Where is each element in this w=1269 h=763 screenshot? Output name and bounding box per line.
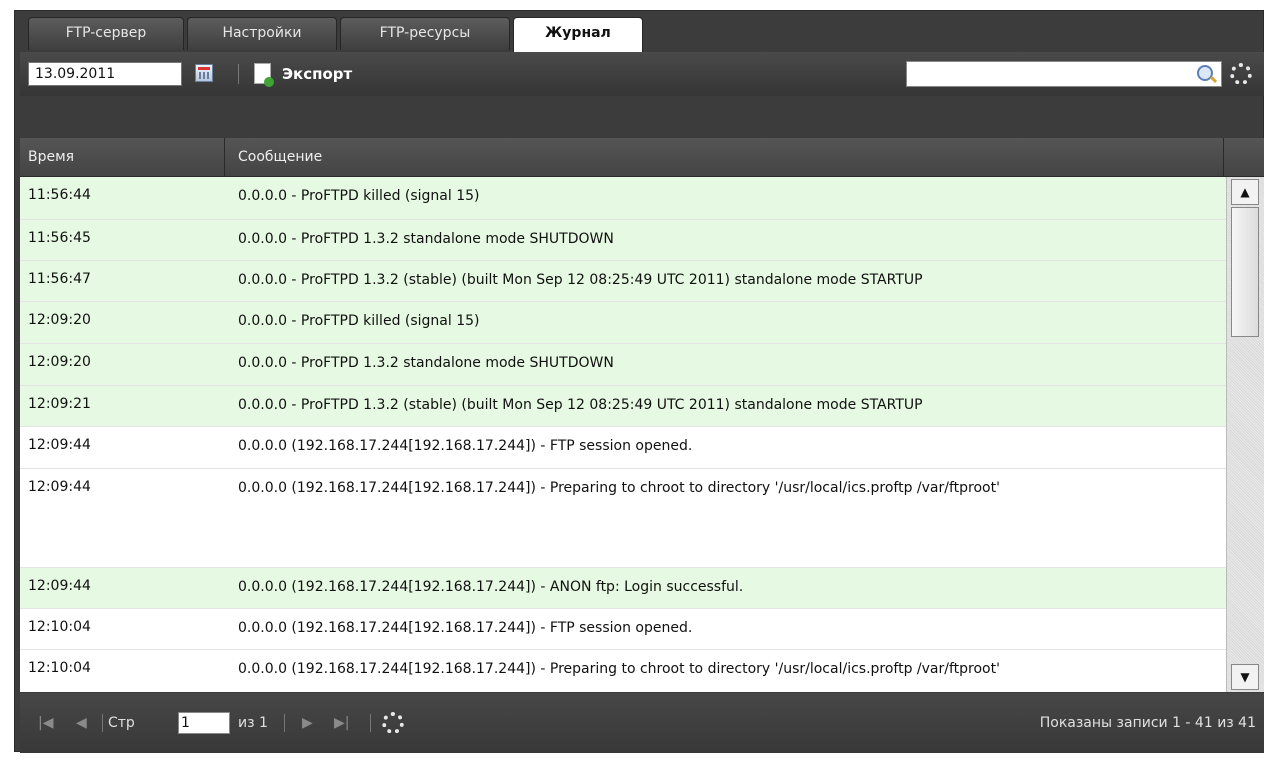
- row-message: 0.0.0.0 (192.168.17.244[192.168.17.244])…: [238, 661, 1000, 677]
- scrollbar-thumb[interactable]: [1231, 207, 1259, 337]
- tab-log[interactable]: Журнал: [513, 17, 643, 53]
- table-row[interactable]: 12:09:44 0.0.0.0 (192.168.17.244[192.168…: [20, 427, 1226, 469]
- row-time: 11:56:44: [28, 187, 91, 203]
- row-message: 0.0.0.0 - ProFTPD 1.3.2 standalone mode …: [238, 355, 614, 371]
- row-message: 0.0.0.0 (192.168.17.244[192.168.17.244])…: [238, 579, 744, 595]
- page-total-label: из 1: [238, 715, 268, 731]
- row-time: 12:09:44: [28, 437, 91, 453]
- row-time: 12:10:04: [28, 660, 91, 676]
- table-row[interactable]: 11:56:47 0.0.0.0 - ProFTPD 1.3.2 (stable…: [20, 261, 1226, 302]
- row-time: 12:09:21: [28, 396, 91, 412]
- tab-settings[interactable]: Настройки: [187, 17, 337, 50]
- table-row[interactable]: 12:09:21 0.0.0.0 - ProFTPD 1.3.2 (stable…: [20, 386, 1226, 427]
- calendar-icon[interactable]: [195, 64, 213, 82]
- grid-header: Время Сообщение: [20, 138, 1264, 177]
- page-label: Стр: [108, 715, 135, 731]
- row-message: 0.0.0.0 - ProFTPD killed (signal 15): [238, 188, 480, 204]
- paging-toolbar: |◀ ◀ Стр 1 из 1 ▶ ▶| Показаны записи 1 -…: [20, 693, 1264, 753]
- row-time: 12:09:44: [28, 479, 91, 495]
- row-time: 12:09:20: [28, 354, 91, 370]
- export-label: Экспорт: [282, 65, 353, 83]
- vertical-scrollbar[interactable]: ▲ ▼: [1226, 177, 1264, 692]
- row-time: 12:09:44: [28, 578, 91, 594]
- row-message: 0.0.0.0 (192.168.17.244[192.168.17.244])…: [238, 480, 1000, 496]
- table-row[interactable]: 11:56:45 0.0.0.0 - ProFTPD 1.3.2 standal…: [20, 220, 1226, 261]
- row-message: 0.0.0.0 - ProFTPD 1.3.2 standalone mode …: [238, 231, 614, 247]
- first-page-icon[interactable]: |◀: [38, 714, 53, 732]
- export-button[interactable]: Экспорт: [252, 60, 352, 88]
- row-message: 0.0.0.0 - ProFTPD 1.3.2 (stable) (built …: [238, 397, 923, 413]
- row-time: 11:56:45: [28, 230, 91, 246]
- scroll-up-icon[interactable]: ▲: [1231, 179, 1259, 205]
- row-time: 12:10:04: [28, 619, 91, 635]
- records-status: Показаны записи 1 - 41 из 41: [1039, 715, 1256, 731]
- page-number-input[interactable]: 1: [178, 712, 230, 734]
- table-row[interactable]: 12:10:04 0.0.0.0 (192.168.17.244[192.168…: [20, 609, 1226, 650]
- scroll-down-icon[interactable]: ▼: [1231, 664, 1259, 690]
- column-header-time[interactable]: Время: [20, 138, 225, 176]
- table-row[interactable]: 12:09:20 0.0.0.0 - ProFTPD 1.3.2 standal…: [20, 344, 1226, 386]
- toolbar-divider: [238, 64, 239, 84]
- document-export-icon: [254, 63, 274, 87]
- paging-divider: [284, 714, 285, 732]
- refresh-icon[interactable]: [1230, 63, 1252, 85]
- table-row[interactable]: 12:09:20 0.0.0.0 - ProFTPD killed (signa…: [20, 302, 1226, 344]
- last-page-icon[interactable]: ▶|: [334, 714, 349, 732]
- row-time: 12:09:20: [28, 312, 91, 328]
- row-message: 0.0.0.0 - ProFTPD 1.3.2 (stable) (built …: [238, 272, 923, 288]
- next-page-icon[interactable]: ▶: [302, 714, 313, 732]
- row-message: 0.0.0.0 - ProFTPD killed (signal 15): [238, 313, 480, 329]
- paging-divider: [370, 714, 371, 732]
- search-icon[interactable]: [1197, 65, 1213, 81]
- tab-ftp-resources[interactable]: FTP-ресурсы: [340, 17, 510, 50]
- row-time: 11:56:47: [28, 271, 91, 287]
- prev-page-icon[interactable]: ◀: [76, 714, 87, 732]
- search-input[interactable]: [906, 61, 1222, 87]
- table-row[interactable]: 12:10:04 0.0.0.0 (192.168.17.244[192.168…: [20, 650, 1226, 692]
- paging-divider: [102, 714, 103, 732]
- row-message: 0.0.0.0 (192.168.17.244[192.168.17.244])…: [238, 620, 693, 636]
- table-row[interactable]: 12:09:44 0.0.0.0 (192.168.17.244[192.168…: [20, 469, 1226, 568]
- table-row[interactable]: 12:09:44 0.0.0.0 (192.168.17.244[192.168…: [20, 568, 1226, 609]
- column-header-message[interactable]: Сообщение: [226, 138, 1224, 176]
- refresh-icon[interactable]: [382, 712, 404, 734]
- table-row[interactable]: 11:56:44 0.0.0.0 - ProFTPD killed (signa…: [20, 177, 1226, 220]
- log-table: 11:56:44 0.0.0.0 - ProFTPD killed (signa…: [20, 177, 1226, 692]
- row-message: 0.0.0.0 (192.168.17.244[192.168.17.244])…: [238, 438, 693, 454]
- date-field[interactable]: 13.09.2011: [28, 62, 182, 86]
- tab-ftp-server[interactable]: FTP-сервер: [28, 17, 184, 50]
- toolbar: 13.09.2011 Экспорт: [20, 52, 1264, 96]
